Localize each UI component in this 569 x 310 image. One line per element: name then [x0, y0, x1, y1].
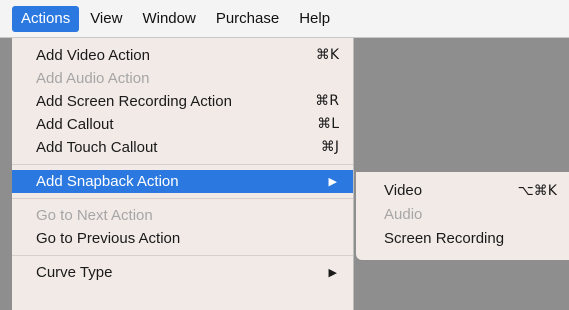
- menubar-window[interactable]: Window: [133, 6, 204, 32]
- shortcut-label: ⌘J: [320, 139, 339, 155]
- menu-item-label: Add Screen Recording Action: [36, 93, 232, 110]
- menu-item-label: Go to Next Action: [36, 207, 153, 224]
- menu-item-label: Curve Type: [36, 264, 113, 281]
- menubar-view[interactable]: View: [81, 6, 131, 32]
- menu-bar: Actions View Window Purchase Help: [0, 0, 569, 38]
- menu-item-add-touch-callout[interactable]: Add Touch Callout ⌘J: [12, 136, 353, 159]
- menu-item-label: Add Video Action: [36, 47, 150, 64]
- menu-item-add-snapback-action[interactable]: Add Snapback Action ▶: [12, 170, 353, 193]
- menu-item-label: Add Callout: [36, 116, 114, 133]
- menubar-purchase[interactable]: Purchase: [207, 6, 288, 32]
- menu-item-go-to-next-action: Go to Next Action: [12, 204, 353, 227]
- submenu-item-label: Video: [384, 182, 423, 199]
- submenu-item-video[interactable]: Video ⌥⌘K: [356, 179, 569, 203]
- menu-item-add-video-action[interactable]: Add Video Action ⌘K: [12, 44, 353, 67]
- actions-menu: Add Video Action ⌘K Add Audio Action Add…: [12, 38, 354, 310]
- menubar-help[interactable]: Help: [290, 6, 339, 32]
- submenu-item-label: Screen Recording: [384, 230, 505, 247]
- shortcut-label: ⌥⌘K: [517, 183, 557, 199]
- submenu-arrow-icon: ▶: [328, 266, 337, 279]
- submenu-item-screen-recording[interactable]: Screen Recording: [356, 227, 569, 251]
- menu-item-label: Add Touch Callout: [36, 139, 158, 156]
- menu-item-label: Go to Previous Action: [36, 230, 181, 247]
- menu-item-go-to-previous-action[interactable]: Go to Previous Action: [12, 227, 353, 250]
- menu-item-label: Add Audio Action: [36, 70, 150, 87]
- snapback-submenu: Video ⌥⌘K Audio Screen Recording: [356, 172, 569, 260]
- shortcut-label: ⌘L: [317, 116, 339, 132]
- shortcut-label: ⌘R: [315, 93, 339, 109]
- submenu-item-audio: Audio: [356, 203, 569, 227]
- menu-item-add-callout[interactable]: Add Callout ⌘L: [12, 113, 353, 136]
- menu-item-add-audio-action: Add Audio Action: [12, 67, 353, 90]
- menu-separator: [12, 255, 353, 256]
- menubar-actions[interactable]: Actions: [12, 5, 80, 32]
- submenu-arrow-icon: ▶: [328, 175, 337, 188]
- menu-separator: [12, 198, 353, 199]
- menu-separator: [12, 164, 353, 165]
- menu-item-label: Add Snapback Action: [36, 173, 179, 190]
- menu-item-curve-type[interactable]: Curve Type ▶: [12, 261, 353, 284]
- menu-item-add-screen-recording-action[interactable]: Add Screen Recording Action ⌘R: [12, 90, 353, 113]
- submenu-item-label: Audio: [384, 206, 423, 223]
- shortcut-label: ⌘K: [315, 47, 339, 63]
